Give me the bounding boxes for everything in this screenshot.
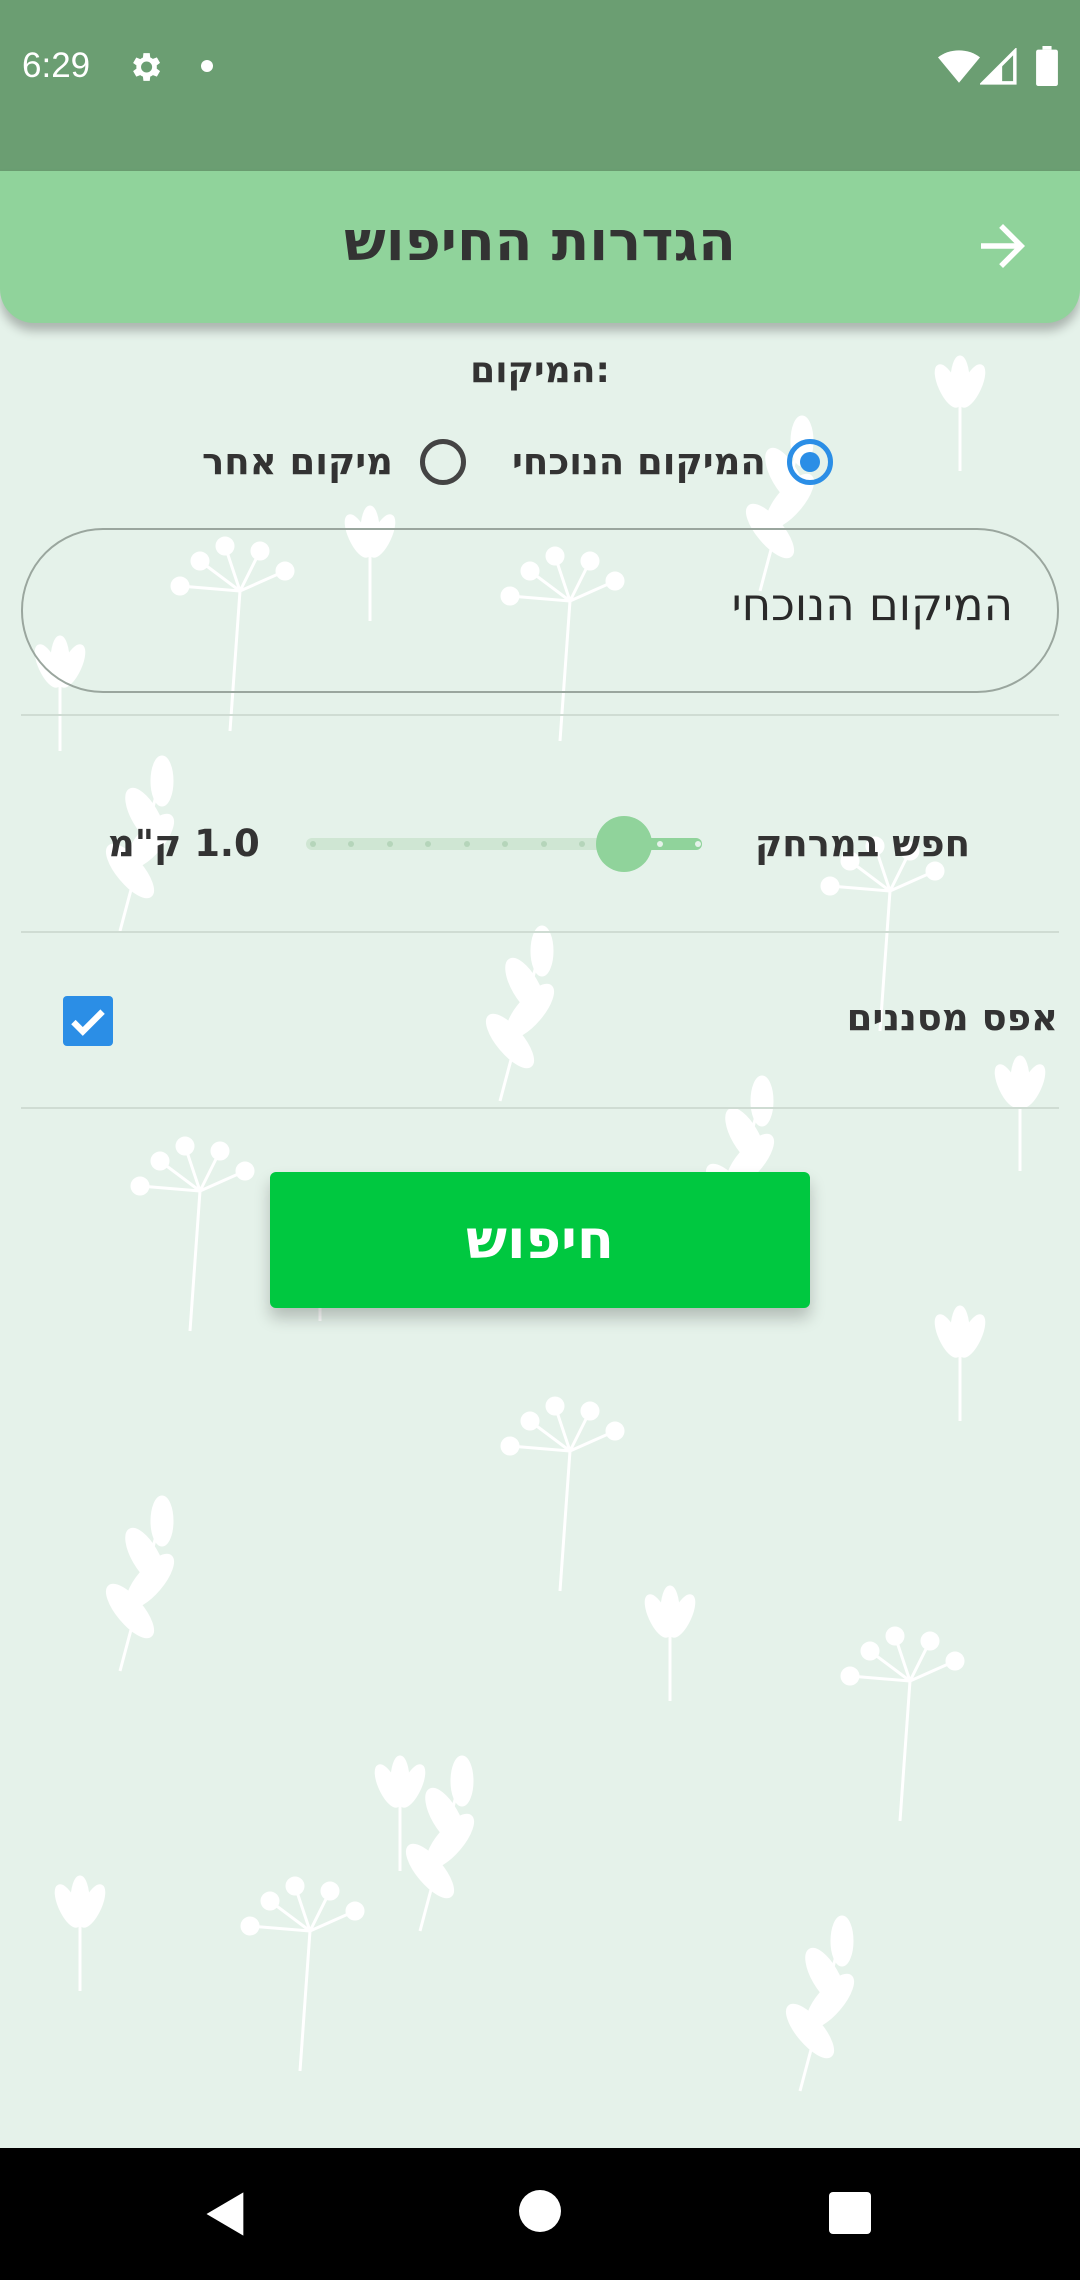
divider [21, 1107, 1059, 1109]
gear-icon [133, 53, 161, 81]
location-input-value: המיקום הנוכחי [731, 578, 1013, 631]
radio-current-location-label[interactable]: המיקום הנוכחי [512, 440, 766, 483]
slider-tick [387, 841, 393, 847]
radio-other-location[interactable] [420, 439, 466, 485]
slider-tick [541, 841, 547, 847]
distance-slider-thumb[interactable] [596, 816, 652, 872]
battery-icon [1036, 46, 1058, 86]
slider-tick [657, 841, 663, 847]
wifi-icon [938, 50, 980, 83]
reset-filters-checkbox[interactable] [63, 996, 113, 1046]
slider-tick [310, 841, 316, 847]
location-input[interactable]: המיקום הנוכחי [21, 528, 1059, 693]
reset-filters-label: אפס מסננים [846, 996, 1058, 1039]
home-circle-icon[interactable] [519, 2190, 561, 2232]
arrow-right-icon[interactable] [970, 213, 1036, 279]
slider-tick [464, 841, 470, 847]
signal-icon [980, 48, 1017, 85]
divider [21, 714, 1059, 716]
slider-tick [348, 841, 354, 847]
page-title: הגדרות החיפוש [344, 209, 736, 273]
app-header: הגדרות החיפוש [0, 171, 1080, 323]
radio-current-location[interactable] [787, 439, 833, 485]
location-section-label: המיקום: [470, 350, 610, 391]
distance-value: 1.0 ק"מ [108, 822, 260, 865]
status-bar: 6:29 [0, 0, 1080, 171]
search-button[interactable]: חיפוש [270, 1172, 810, 1308]
notification-dot-icon [201, 60, 213, 72]
radio-other-location-label[interactable]: מיקום אחר [202, 440, 393, 483]
recent-square-icon[interactable] [829, 2192, 871, 2234]
divider [21, 931, 1059, 933]
back-triangle-icon[interactable] [200, 2188, 252, 2240]
status-time: 6:29 [22, 46, 91, 85]
slider-tick [695, 841, 701, 847]
slider-tick [502, 841, 508, 847]
slider-tick [579, 841, 585, 847]
system-nav-bar [0, 2148, 1080, 2280]
distance-label: חפש במרחק [755, 822, 970, 865]
slider-tick [425, 841, 431, 847]
checkmark-icon [71, 1009, 105, 1036]
